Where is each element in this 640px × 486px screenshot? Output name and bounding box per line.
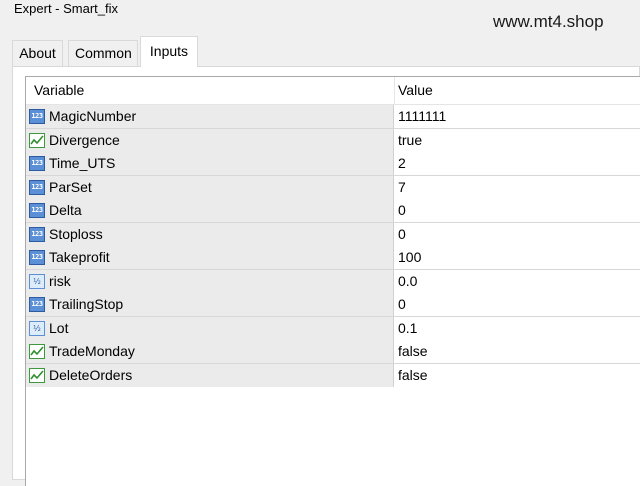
variable-cell: ½ risk [26, 269, 394, 293]
variable-value[interactable]: 7 [398, 176, 406, 199]
variable-cell: 123 Takeprofit [26, 246, 394, 269]
variable-name: Takeprofit [49, 249, 110, 265]
integer-type-icon: 123 [29, 226, 45, 242]
variable-cell: TradeMonday [26, 340, 394, 363]
tab-about[interactable]: About [12, 40, 63, 66]
boolean-type-icon [29, 367, 45, 383]
variable-name: DeleteOrders [49, 366, 133, 383]
table-row[interactable]: ½ risk 0.0 [26, 269, 640, 293]
variable-name: risk [49, 272, 71, 289]
column-divider[interactable] [394, 77, 395, 104]
tab-strip: About Common Inputs [12, 36, 632, 67]
value-cell[interactable]: true [394, 128, 640, 152]
value-cell[interactable]: false [394, 363, 640, 387]
value-cell[interactable]: 0 [394, 293, 640, 316]
variable-value[interactable]: 2 [398, 152, 406, 175]
variable-value[interactable]: 100 [398, 246, 421, 269]
table-row[interactable]: 123 Delta 0 [26, 199, 640, 223]
variable-name: Stoploss [49, 225, 103, 242]
variable-cell: 123 ParSet [26, 175, 394, 199]
integer-type-icon: 123 [29, 109, 45, 124]
variable-value[interactable]: 0 [398, 199, 406, 222]
inputs-panel: Variable Value 123 MagicNumber 1111111 Dive… [12, 66, 640, 486]
value-cell[interactable]: 2 [394, 152, 640, 175]
variable-cell: Divergence [26, 128, 394, 152]
integer-type-icon: 123 [29, 179, 45, 195]
grid-rows: 123 MagicNumber 1111111 Divergence true 123 Ti… [26, 105, 640, 387]
variable-name: TrailingStop [49, 296, 124, 312]
variable-cell: DeleteOrders [26, 363, 394, 387]
double-type-icon: ½ [29, 273, 45, 289]
variable-name: TradeMonday [49, 343, 135, 359]
variable-name: MagicNumber [49, 108, 137, 124]
table-row[interactable]: TradeMonday false [26, 340, 640, 364]
inputs-grid: Variable Value 123 MagicNumber 1111111 Dive… [25, 76, 640, 486]
variable-value[interactable]: 0.1 [398, 317, 417, 340]
watermark: www.mt4.shop [493, 12, 604, 31]
variable-cell: 123 Delta [26, 199, 394, 222]
integer-type-icon: 123 [29, 297, 45, 312]
variable-cell: 123 TrailingStop [26, 293, 394, 316]
table-row[interactable]: Divergence true [26, 128, 640, 152]
variable-value[interactable]: 0.0 [398, 270, 417, 293]
table-row[interactable]: 123 ParSet 7 [26, 175, 640, 199]
variable-name: Lot [49, 319, 69, 336]
table-row[interactable]: 123 MagicNumber 1111111 [26, 105, 640, 129]
variable-value[interactable]: 0 [398, 293, 406, 316]
variable-value[interactable]: true [398, 129, 422, 152]
variable-value[interactable]: 0 [398, 223, 406, 246]
grid-header: Variable Value [26, 77, 640, 105]
value-cell[interactable]: 7 [394, 175, 640, 199]
table-row[interactable]: 123 Takeprofit 100 [26, 246, 640, 270]
variable-value[interactable]: 1111111 [398, 105, 446, 128]
value-cell[interactable]: 0 [394, 199, 640, 222]
variable-name: Divergence [49, 131, 120, 148]
window-title: Expert - Smart_fix [14, 1, 119, 16]
tab-inputs[interactable]: Inputs [140, 36, 198, 67]
variable-name: Time_UTS [49, 155, 116, 171]
value-cell[interactable]: 0.1 [394, 316, 640, 340]
value-cell[interactable]: 100 [394, 246, 640, 269]
table-row[interactable]: ½ Lot 0.1 [26, 316, 640, 340]
variable-cell: 123 Time_UTS [26, 152, 394, 175]
variable-value[interactable]: false [398, 364, 428, 387]
double-type-icon: ½ [29, 320, 45, 336]
value-cell[interactable]: false [394, 340, 640, 363]
integer-type-icon: 123 [29, 156, 45, 171]
column-header-value[interactable]: Value [398, 77, 433, 104]
variable-value[interactable]: false [398, 340, 428, 363]
variable-cell: 123 Stoploss [26, 222, 394, 246]
table-row[interactable]: 123 TrailingStop 0 [26, 293, 640, 317]
table-row[interactable]: 123 Time_UTS 2 [26, 152, 640, 176]
boolean-type-icon [29, 344, 45, 359]
integer-type-icon: 123 [29, 250, 45, 265]
variable-cell: ½ Lot [26, 316, 394, 340]
value-cell[interactable]: 0.0 [394, 269, 640, 293]
table-row[interactable]: DeleteOrders false [26, 363, 640, 387]
variable-name: ParSet [49, 178, 92, 195]
value-cell[interactable]: 0 [394, 222, 640, 246]
integer-type-icon: 123 [29, 203, 45, 218]
boolean-type-icon [29, 132, 45, 148]
value-cell[interactable]: 1111111 [394, 105, 640, 128]
variable-cell: 123 MagicNumber [26, 105, 394, 128]
table-row[interactable]: 123 Stoploss 0 [26, 222, 640, 246]
column-header-variable[interactable]: Variable [34, 77, 84, 104]
tab-common[interactable]: Common [68, 40, 138, 66]
variable-name: Delta [49, 202, 82, 218]
